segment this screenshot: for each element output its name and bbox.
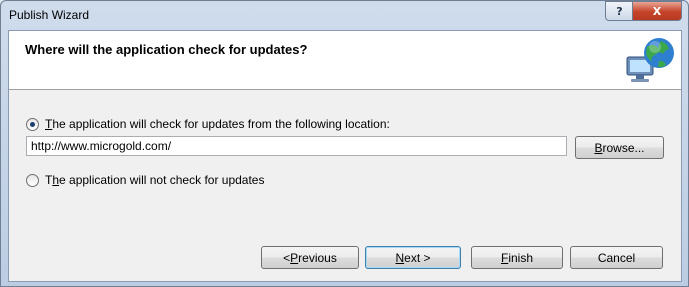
previous-button[interactable]: < Previous — [261, 246, 359, 269]
check-location-radio[interactable] — [26, 118, 39, 131]
window-title: Publish Wizard — [9, 8, 90, 22]
finish-button[interactable]: Finish — [471, 246, 563, 269]
globe-computer-icon — [626, 38, 674, 82]
publish-wizard-window: Publish Wizard ? X Where will the applic… — [0, 0, 689, 287]
close-button[interactable]: X — [632, 1, 682, 21]
check-location-label-text: he application will check for updates fr… — [52, 117, 390, 131]
no-check-label[interactable]: The application will not check for updat… — [45, 173, 264, 187]
title-bar[interactable]: Publish Wizard ? X — [1, 1, 688, 29]
browse-button[interactable]: Browse... — [575, 136, 664, 159]
page-title: Where will the application check for upd… — [25, 42, 308, 57]
next-button[interactable]: Next > — [365, 246, 461, 269]
wizard-body: Where will the application check for upd… — [8, 30, 682, 282]
help-button[interactable]: ? — [605, 1, 634, 21]
no-check-label-text: e application will not check for updates — [59, 173, 265, 187]
cancel-button[interactable]: Cancel — [570, 246, 663, 269]
no-check-radio[interactable] — [26, 174, 39, 187]
wizard-header: Where will the application check for upd… — [9, 31, 681, 90]
update-location-input[interactable] — [26, 136, 567, 156]
check-location-label[interactable]: The application will check for updates f… — [45, 117, 390, 131]
